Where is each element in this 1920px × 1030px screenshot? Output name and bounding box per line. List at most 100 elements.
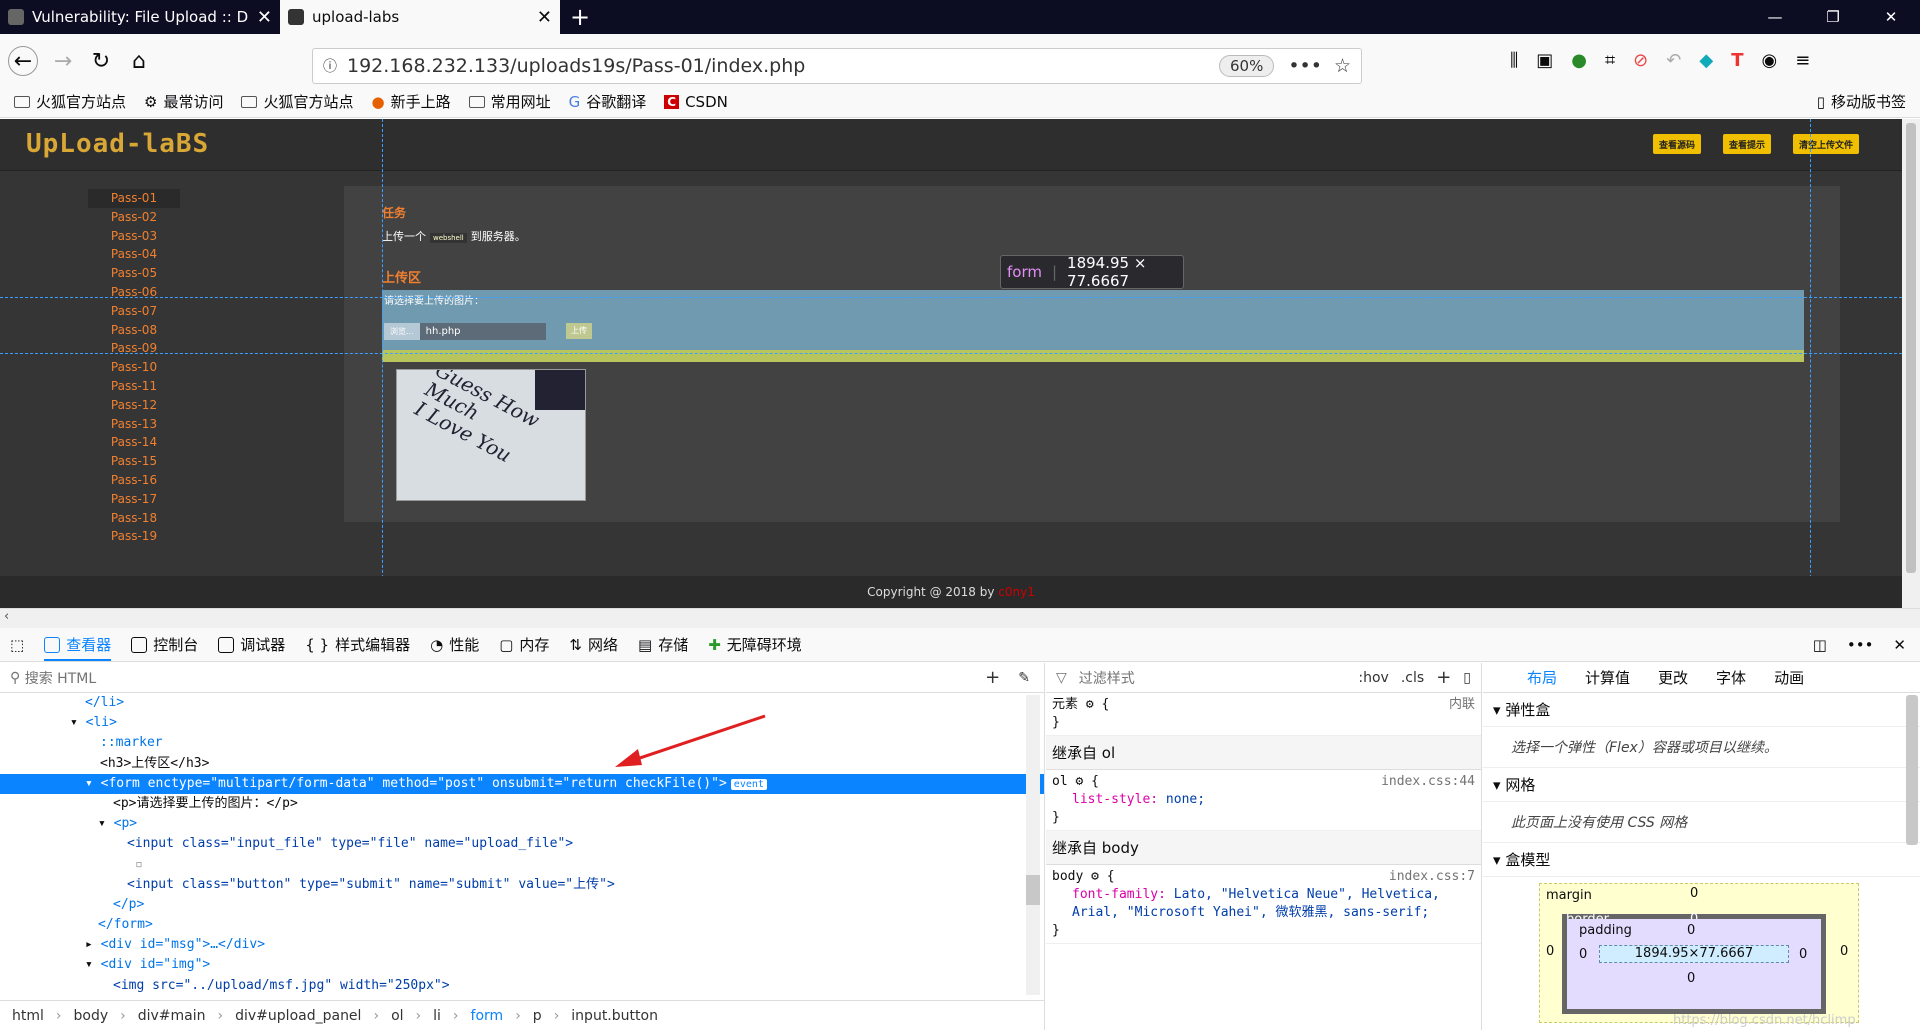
menu-item-pass[interactable]: Pass-04	[88, 245, 180, 264]
tab-style-editor[interactable]: { } 样式编辑器	[305, 634, 410, 655]
more-icon[interactable]: •••	[1288, 55, 1322, 77]
bookmark-item[interactable]: 常用网址	[468, 91, 551, 112]
clear-uploads-button[interactable]: 清空上传文件	[1793, 134, 1860, 154]
tree-line[interactable]: <img src="../upload/msf.jpg" width="250p…	[0, 976, 1044, 996]
menu-item-pass[interactable]: Pass-01	[88, 189, 180, 208]
tree-line-selected[interactable]: ▾ <form enctype="multipart/form-data" me…	[0, 773, 1044, 794]
layout-tab[interactable]: 计算值	[1585, 667, 1630, 688]
mobile-bookmarks[interactable]: ▯ 移动版书签	[1817, 91, 1906, 112]
search-html-input[interactable]: ⚲ 搜索 HTML + ✎	[0, 663, 1044, 693]
margin-value[interactable]: 0	[1690, 886, 1698, 901]
layout-tab[interactable]: 布局	[1527, 667, 1557, 688]
margin-value[interactable]: 0	[1840, 944, 1848, 959]
menu-item-pass[interactable]: Pass-03	[88, 227, 180, 246]
site-logo[interactable]: UpLoad-laBS	[26, 129, 209, 159]
tree-line[interactable]: ▾ <p>	[0, 814, 1044, 834]
eyedropper-icon[interactable]: ✎	[1018, 670, 1030, 686]
print-icon[interactable]: ▯	[1463, 670, 1471, 686]
tree-line[interactable]: <h3>上传区</h3>	[0, 754, 1044, 774]
tree-line[interactable]: ▾ <div id="img">	[0, 955, 1044, 975]
tab-dvwa[interactable]: Vulnerability: File Upload :: D ✕	[0, 0, 280, 34]
back-icon[interactable]: ←	[8, 46, 38, 76]
close-devtools-icon[interactable]: ✕	[1893, 636, 1906, 654]
dock-icon[interactable]: ◫	[1813, 636, 1827, 654]
scroll-left-icon[interactable]: ‹	[0, 609, 9, 624]
file-input[interactable]: 浏览... hh.php	[384, 323, 546, 340]
cube-icon[interactable]: ◆	[1699, 50, 1713, 71]
view-hint-button[interactable]: 查看提示	[1723, 134, 1772, 154]
rule-source[interactable]: index.css:44	[1381, 773, 1475, 791]
close-tab-icon[interactable]: ✕	[537, 7, 552, 28]
menu-item-pass[interactable]: Pass-09	[88, 339, 180, 358]
tree-line[interactable]: <input class="input_file" type="file" na…	[0, 834, 1044, 854]
menu-item-pass[interactable]: Pass-10	[88, 358, 180, 377]
tab-network[interactable]: ⇅ 网络	[569, 634, 618, 655]
grid-section[interactable]: ▾ 网格	[1483, 768, 1920, 802]
tab-accessibility[interactable]: ✚ 无障碍环境	[708, 634, 802, 655]
layout-tab[interactable]: 字体	[1716, 667, 1746, 688]
padding-value[interactable]: 0	[1579, 947, 1587, 962]
css-property[interactable]: font-family:	[1072, 887, 1166, 902]
zoom-indicator[interactable]: 60%	[1218, 55, 1275, 77]
tab-console[interactable]: 控制台	[131, 634, 198, 655]
home-icon[interactable]: ⌂	[124, 46, 154, 76]
bookmark-item[interactable]: 火狐官方站点	[14, 91, 126, 112]
event-badge[interactable]: event	[730, 778, 767, 790]
t-extension-icon[interactable]: T	[1731, 50, 1743, 71]
rule-source[interactable]: index.css:7	[1389, 868, 1475, 886]
tree-line[interactable]: ▾ <li>	[0, 713, 1044, 733]
breadcrumb-item[interactable]: input.button	[571, 1008, 658, 1024]
menu-item-pass[interactable]: Pass-02	[88, 208, 180, 227]
menu-item-pass[interactable]: Pass-16	[88, 471, 180, 490]
close-tab-icon[interactable]: ✕	[257, 7, 272, 28]
menu-item-pass[interactable]: Pass-13	[88, 415, 180, 434]
menu-item-pass[interactable]: Pass-06	[88, 283, 180, 302]
breadcrumb-item[interactable]: ol	[391, 1008, 403, 1024]
menu-item-pass[interactable]: Pass-11	[88, 377, 180, 396]
library-icon[interactable]: ⫼	[1510, 50, 1518, 71]
browse-button[interactable]: 浏览...	[384, 323, 420, 340]
boxmodel-section[interactable]: ▾ 盒模型	[1483, 843, 1920, 877]
minimize-icon[interactable]: —	[1746, 0, 1804, 34]
margin-value[interactable]: 0	[1546, 944, 1554, 959]
view-source-button[interactable]: 查看源码	[1653, 134, 1702, 154]
breadcrumb-item[interactable]: div#upload_panel	[235, 1008, 361, 1024]
tree-line[interactable]: ▫	[0, 855, 1044, 875]
tree-line[interactable]: </form>	[0, 915, 1044, 935]
bookmark-item[interactable]: C CSDN	[664, 93, 728, 111]
bookmark-star-icon[interactable]: ☆	[1334, 55, 1351, 77]
footer-author[interactable]: c0ny1	[998, 585, 1035, 599]
tab-upload-labs[interactable]: upload-labs ✕	[280, 0, 560, 34]
breadcrumb-item[interactable]: html	[12, 1008, 44, 1024]
menu-item-pass[interactable]: Pass-19	[88, 527, 180, 546]
close-window-icon[interactable]: ✕	[1862, 0, 1920, 34]
info-icon[interactable]: ⓘ	[323, 56, 337, 76]
gear-icon[interactable]: ⚙	[1086, 697, 1094, 712]
menu-item-pass[interactable]: Pass-14	[88, 433, 180, 452]
hov-toggle[interactable]: :hov	[1358, 670, 1388, 686]
gear-icon[interactable]: ⚙	[1091, 869, 1099, 884]
tree-line[interactable]: <p>请选择要上传的图片：</p>	[0, 794, 1044, 814]
layout-tab[interactable]: 动画	[1774, 667, 1804, 688]
tab-performance[interactable]: ◔ 性能	[430, 634, 479, 655]
scroll-thumb[interactable]	[1026, 875, 1040, 905]
filter-styles-input[interactable]: ▽ 过滤样式 :hov .cls + ▯	[1046, 663, 1481, 693]
bookmark-item[interactable]: ⚙ 最常访问	[144, 91, 223, 112]
breadcrumb-item[interactable]: body	[74, 1008, 109, 1024]
tree-line[interactable]: </li>	[0, 693, 1044, 713]
menu-item-pass[interactable]: Pass-17	[88, 490, 180, 509]
new-tab-button[interactable]: +	[560, 0, 600, 34]
layout-scrollbar[interactable]	[1906, 695, 1918, 845]
tab-inspector[interactable]: 查看器	[44, 634, 112, 661]
tree-line[interactable]: ::marker	[0, 733, 1044, 753]
page-vertical-scrollbar[interactable]	[1902, 119, 1920, 608]
tree-line[interactable]: ▸ <div id="msg">…</div>	[0, 935, 1044, 955]
breadcrumb-item[interactable]: p	[533, 1008, 542, 1024]
bookmark-item[interactable]: 火狐官方站点	[241, 91, 354, 112]
sidebar-icon[interactable]: ▣	[1536, 50, 1553, 71]
padding-value[interactable]: 0	[1687, 923, 1695, 938]
layout-tab[interactable]: 更改	[1658, 667, 1688, 688]
tab-memory[interactable]: ▢ 内存	[499, 634, 549, 655]
bookmark-item[interactable]: G 谷歌翻译	[569, 91, 647, 112]
tab-debugger[interactable]: 调试器	[218, 634, 285, 655]
